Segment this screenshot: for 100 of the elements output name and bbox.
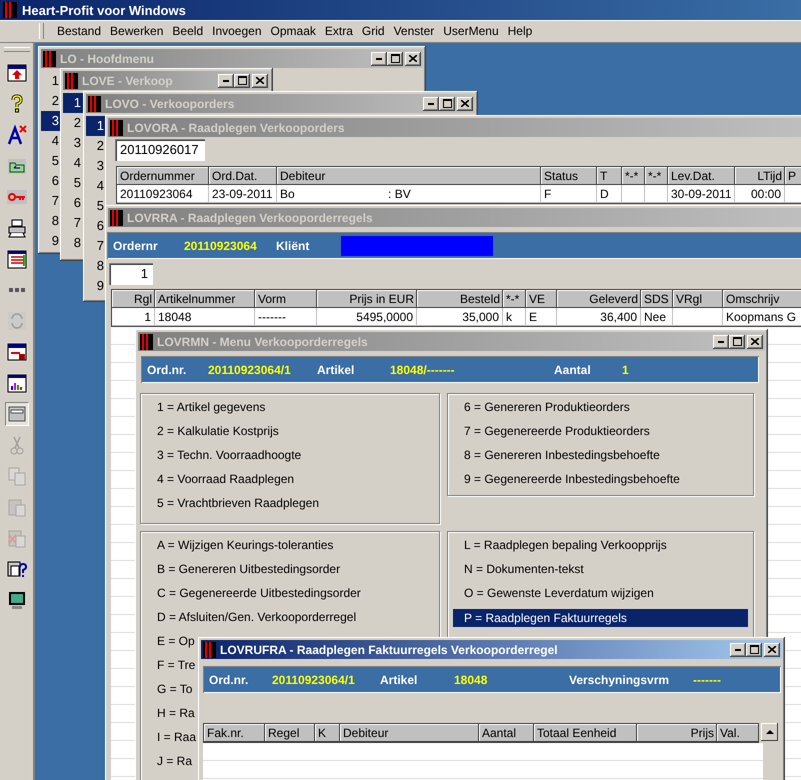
menu-item[interactable]: 8 (41, 211, 61, 231)
menu-item[interactable]: 8 (86, 256, 106, 276)
menu-item[interactable]: 1 (63, 93, 83, 113)
menu-option[interactable]: F = Tre (146, 655, 196, 675)
column-header[interactable]: Prijs (637, 724, 717, 742)
menu-option[interactable]: 3 = Techn. Voorraadhoogte (146, 445, 302, 465)
menu-option[interactable]: 6 = Genereren Produktieorders (453, 397, 630, 417)
menu-item[interactable]: 9 (86, 276, 106, 296)
menu-option[interactable]: O = Gewenste Leverdatum wijzigen (453, 583, 654, 603)
menu-item[interactable]: 2 (63, 113, 83, 133)
column-header[interactable]: *-* (622, 167, 645, 185)
menu-option[interactable]: 1 = Artikel gegevens (146, 397, 266, 417)
column-header[interactable]: Regel (265, 724, 315, 742)
column-header[interactable]: Ord.Dat. (209, 167, 277, 185)
column-header[interactable]: Vorm (255, 290, 317, 308)
menu-item[interactable]: UserMenu (439, 24, 504, 38)
menu-item[interactable]: 9 (41, 231, 61, 251)
menu-option[interactable]: 2 = Kalkulatie Kostprijs (146, 421, 279, 441)
menu-option[interactable]: I = Raa (146, 727, 196, 747)
menu-option[interactable]: 4 = Voorraad Raadplegen (146, 469, 294, 489)
menu-item[interactable]: 4 (41, 131, 61, 151)
scroll-up-button[interactable] (761, 723, 778, 741)
maximize-button[interactable] (746, 642, 762, 656)
menu-option[interactable]: J = Ra (146, 751, 192, 771)
maximize-button[interactable] (729, 334, 745, 348)
minimize-button[interactable] (713, 334, 729, 348)
menu-item[interactable]: Help (504, 24, 538, 38)
maximize-button[interactable] (439, 96, 455, 110)
close-button[interactable] (405, 52, 421, 66)
column-header[interactable]: Status (541, 167, 597, 185)
menu-item[interactable]: 6 (63, 193, 83, 213)
column-header[interactable]: Debiteur (340, 724, 479, 742)
input-field[interactable]: 1 (109, 263, 153, 285)
column-header[interactable]: VE (526, 290, 557, 308)
menu-item[interactable]: 4 (63, 153, 83, 173)
menu-item[interactable]: 3 (63, 133, 83, 153)
menu-item[interactable]: 2 (41, 91, 61, 111)
column-header[interactable]: Artikelnummer (155, 290, 255, 308)
menu-item[interactable]: 6 (41, 171, 61, 191)
column-header[interactable]: SDS (641, 290, 673, 308)
column-header[interactable]: Omschrijv (723, 290, 801, 308)
menu-item[interactable]: 3 (41, 111, 61, 131)
column-header[interactable]: Ordernummer (117, 167, 209, 185)
menu-item[interactable]: 5 (41, 151, 61, 171)
menu-option[interactable]: N = Dokumenten-tekst (453, 559, 584, 579)
menu-item[interactable]: 7 (86, 236, 106, 256)
menu-option[interactable]: C = Gegenereerde Uitbestedingsorder (146, 583, 361, 603)
column-header[interactable]: Lev.Dat. (668, 167, 735, 185)
menu-item[interactable]: 7 (41, 191, 61, 211)
menu-item[interactable]: Beeld (168, 24, 208, 38)
menu-item[interactable]: Opmaak (266, 24, 321, 38)
menu-item[interactable]: Venster (390, 24, 440, 38)
maximize-button[interactable] (387, 52, 403, 66)
column-header[interactable]: *-* (645, 167, 668, 185)
column-header[interactable]: Aantal (479, 724, 534, 742)
toolbar-button[interactable] (4, 402, 28, 426)
minimize-button[interactable] (423, 96, 439, 110)
menu-item[interactable]: 6 (86, 216, 106, 236)
column-header[interactable]: P (785, 167, 801, 185)
column-header[interactable]: Rgl (112, 290, 155, 308)
menu-item[interactable]: 5 (63, 173, 83, 193)
column-header[interactable]: VRgl (673, 290, 723, 308)
column-header[interactable]: Geleverd (557, 290, 641, 308)
column-header[interactable]: Val. (717, 724, 759, 742)
menu-item[interactable]: 2 (86, 136, 106, 156)
menu-item[interactable]: 4 (86, 176, 106, 196)
column-header[interactable]: Fak.nr. (204, 724, 265, 742)
minimize-button[interactable] (730, 642, 746, 656)
close-button[interactable] (252, 74, 268, 88)
column-header[interactable]: Debiteur (277, 167, 541, 185)
minimize-button[interactable] (371, 52, 387, 66)
menu-item[interactable]: Bestand (53, 24, 106, 38)
column-header[interactable]: *-* (503, 290, 526, 308)
close-button[interactable] (747, 334, 763, 348)
menu-item[interactable]: 1 (86, 116, 106, 136)
column-header[interactable]: T (597, 167, 622, 185)
column-header[interactable]: K (315, 724, 340, 742)
menu-option[interactable]: L = Raadplegen bepaling Verkoopprijs (453, 535, 667, 555)
menu-item[interactable]: 8 (63, 233, 83, 253)
minimize-button[interactable] (218, 74, 234, 88)
menu-item[interactable]: Invoegen (208, 24, 267, 38)
menu-option[interactable]: 7 = Gegenereerde Produktieorders (453, 421, 650, 441)
menu-item[interactable]: 5 (86, 196, 106, 216)
menu-option[interactable]: H = Ra (146, 703, 195, 723)
menu-option[interactable]: E = Op (146, 631, 195, 651)
column-header[interactable]: Besteld (417, 290, 503, 308)
menu-option[interactable]: P = Raadplegen Faktuurregels (453, 609, 748, 627)
menu-option[interactable]: 5 = Vrachtbrieven Raadplegen (146, 493, 319, 513)
menu-option[interactable]: A = Wijzigen Keurings-toleranties (146, 535, 334, 555)
close-button[interactable] (764, 642, 780, 656)
menu-option[interactable]: 8 = Genereren Inbestedingsbehoefte (453, 445, 660, 465)
menu-item[interactable]: Extra (320, 24, 358, 38)
column-header[interactable]: Prijs in EUR (317, 290, 417, 308)
menu-item[interactable]: 7 (63, 213, 83, 233)
menu-option[interactable]: B = Genereren Uitbestedingsorder (146, 559, 340, 579)
column-header[interactable]: LTijd (735, 167, 785, 185)
menu-option[interactable]: G = To (146, 679, 192, 699)
maximize-button[interactable] (234, 74, 250, 88)
menu-item[interactable]: 1 (41, 71, 61, 91)
column-header[interactable]: Totaal Eenheid (534, 724, 637, 742)
